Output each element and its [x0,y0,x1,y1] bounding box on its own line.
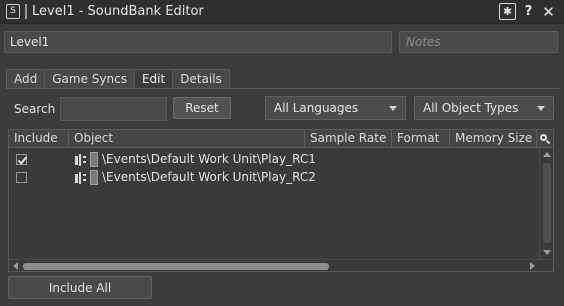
table-row[interactable]: \Events\Default Work Unit\Play_RC2 [9,169,539,187]
search-icon[interactable] [537,130,553,148]
tab-edit[interactable]: Edit [133,69,173,89]
title-separator [25,4,27,19]
object-type-select-value: All Object Types [423,101,519,115]
language-select-value: All Languages [274,101,359,115]
notes-input[interactable] [399,31,558,53]
editor-tabs: Add Game Syncs Edit Details [6,69,230,89]
scroll-right-arrow-icon[interactable] [530,262,535,270]
table-row[interactable]: \Events\Default Work Unit\Play_RC1 [9,151,539,169]
horizontal-scroll-thumb[interactable] [23,263,329,270]
table-header: Include Object Sample Rate Format Memory… [9,130,553,148]
column-header-object[interactable]: Object [69,130,305,148]
include-all-button[interactable]: Include All [8,276,152,299]
reset-button[interactable]: Reset [173,97,231,119]
magnifier-glyph [540,134,551,145]
scroll-down-arrow-icon[interactable] [543,250,551,255]
chevron-down-icon [389,106,397,111]
column-header-sample-rate[interactable]: Sample Rate [305,130,392,148]
magnifier-handle [545,139,551,145]
help-icon[interactable]: ? [520,3,537,20]
title-bar[interactable]: S Level1 - SoundBank Editor ✱ ? ✕ [0,0,564,24]
include-checkbox[interactable] [16,154,27,165]
scroll-up-arrow-icon[interactable] [543,152,551,157]
object-type-select[interactable]: All Object Types [414,96,554,120]
work-unit-icon [90,152,98,167]
column-header-include[interactable]: Include [9,130,69,148]
vertical-scroll-thumb[interactable] [543,163,551,243]
event-icon [75,172,87,184]
window-title: Level1 - SoundBank Editor [32,4,204,19]
close-icon[interactable]: ✕ [540,3,557,21]
tab-add[interactable]: Add [6,69,45,89]
language-select[interactable]: All Languages [265,96,406,120]
soundbank-contents-table: Include Object Sample Rate Format Memory… [8,129,554,272]
soundbank-name-input[interactable] [4,31,392,53]
column-header-memory-size[interactable]: Memory Size [450,130,537,148]
object-path: \Events\Default Work Unit\Play_RC1 [102,152,316,166]
search-input[interactable] [60,97,167,121]
tab-details[interactable]: Details [172,69,230,89]
chevron-down-icon [537,106,545,111]
soundbank-app-icon: S [6,4,20,19]
tab-divider [6,88,559,89]
object-path: \Events\Default Work Unit\Play_RC2 [102,170,316,184]
event-icon [75,154,87,166]
search-label: Search [14,102,56,116]
asterisk-pin-icon[interactable]: ✱ [499,3,516,20]
column-header-format[interactable]: Format [392,130,450,148]
tab-game-syncs[interactable]: Game Syncs [44,69,134,89]
horizontal-scrollbar[interactable] [9,259,553,271]
vertical-scrollbar[interactable] [539,148,553,259]
include-checkbox[interactable] [16,172,27,183]
scroll-left-arrow-icon[interactable] [13,262,18,270]
work-unit-icon [90,170,98,185]
